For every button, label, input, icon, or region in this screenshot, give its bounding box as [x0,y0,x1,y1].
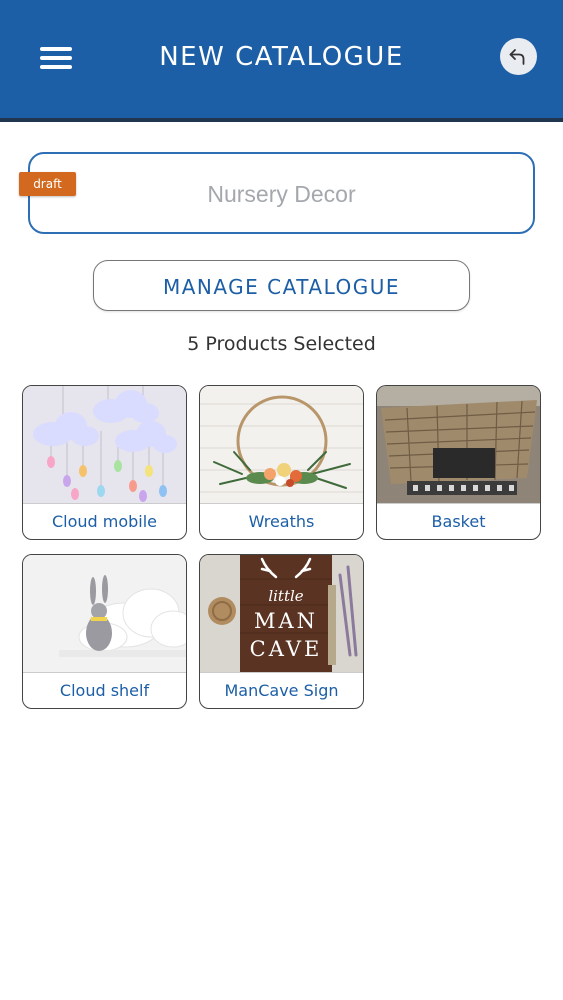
sign-text-man: MAN [254,609,318,633]
product-label: Wreaths [200,503,363,539]
product-label: Cloud shelf [23,672,186,708]
product-label: Cloud mobile [23,503,186,539]
draft-status-badge: draft [19,172,76,196]
catalogue-name-field[interactable] [28,152,535,234]
back-button[interactable] [500,38,537,75]
sign-text-little: little [268,587,303,605]
product-image-basket [377,386,540,503]
product-card-cloud-mobile[interactable]: Cloud mobile [22,385,187,540]
page-title: NEW CATALOGUE [159,42,404,72]
product-card-basket[interactable]: Basket [376,385,541,540]
product-card-wreaths[interactable]: Wreaths [199,385,364,540]
catalogue-name-input[interactable] [30,181,533,208]
product-label: Basket [377,503,540,539]
sign-text-cave: CAVE [250,637,323,661]
app-header: NEW CATALOGUE [0,0,563,122]
product-image-cloud-mobile [23,386,186,503]
product-image-wreaths [200,386,363,503]
back-arrow-icon [509,49,525,65]
product-card-mancave-sign[interactable]: little MAN CAVE ManCave Sign [199,554,364,709]
manage-catalogue-button[interactable]: MANAGE CATALOGUE [93,260,470,311]
product-image-mancave-sign: little MAN CAVE [200,555,363,672]
product-card-cloud-shelf[interactable]: Cloud shelf [22,554,187,709]
selected-products-count: 5 Products Selected [187,333,376,355]
product-label: ManCave Sign [200,672,363,708]
product-image-cloud-shelf [23,555,186,672]
